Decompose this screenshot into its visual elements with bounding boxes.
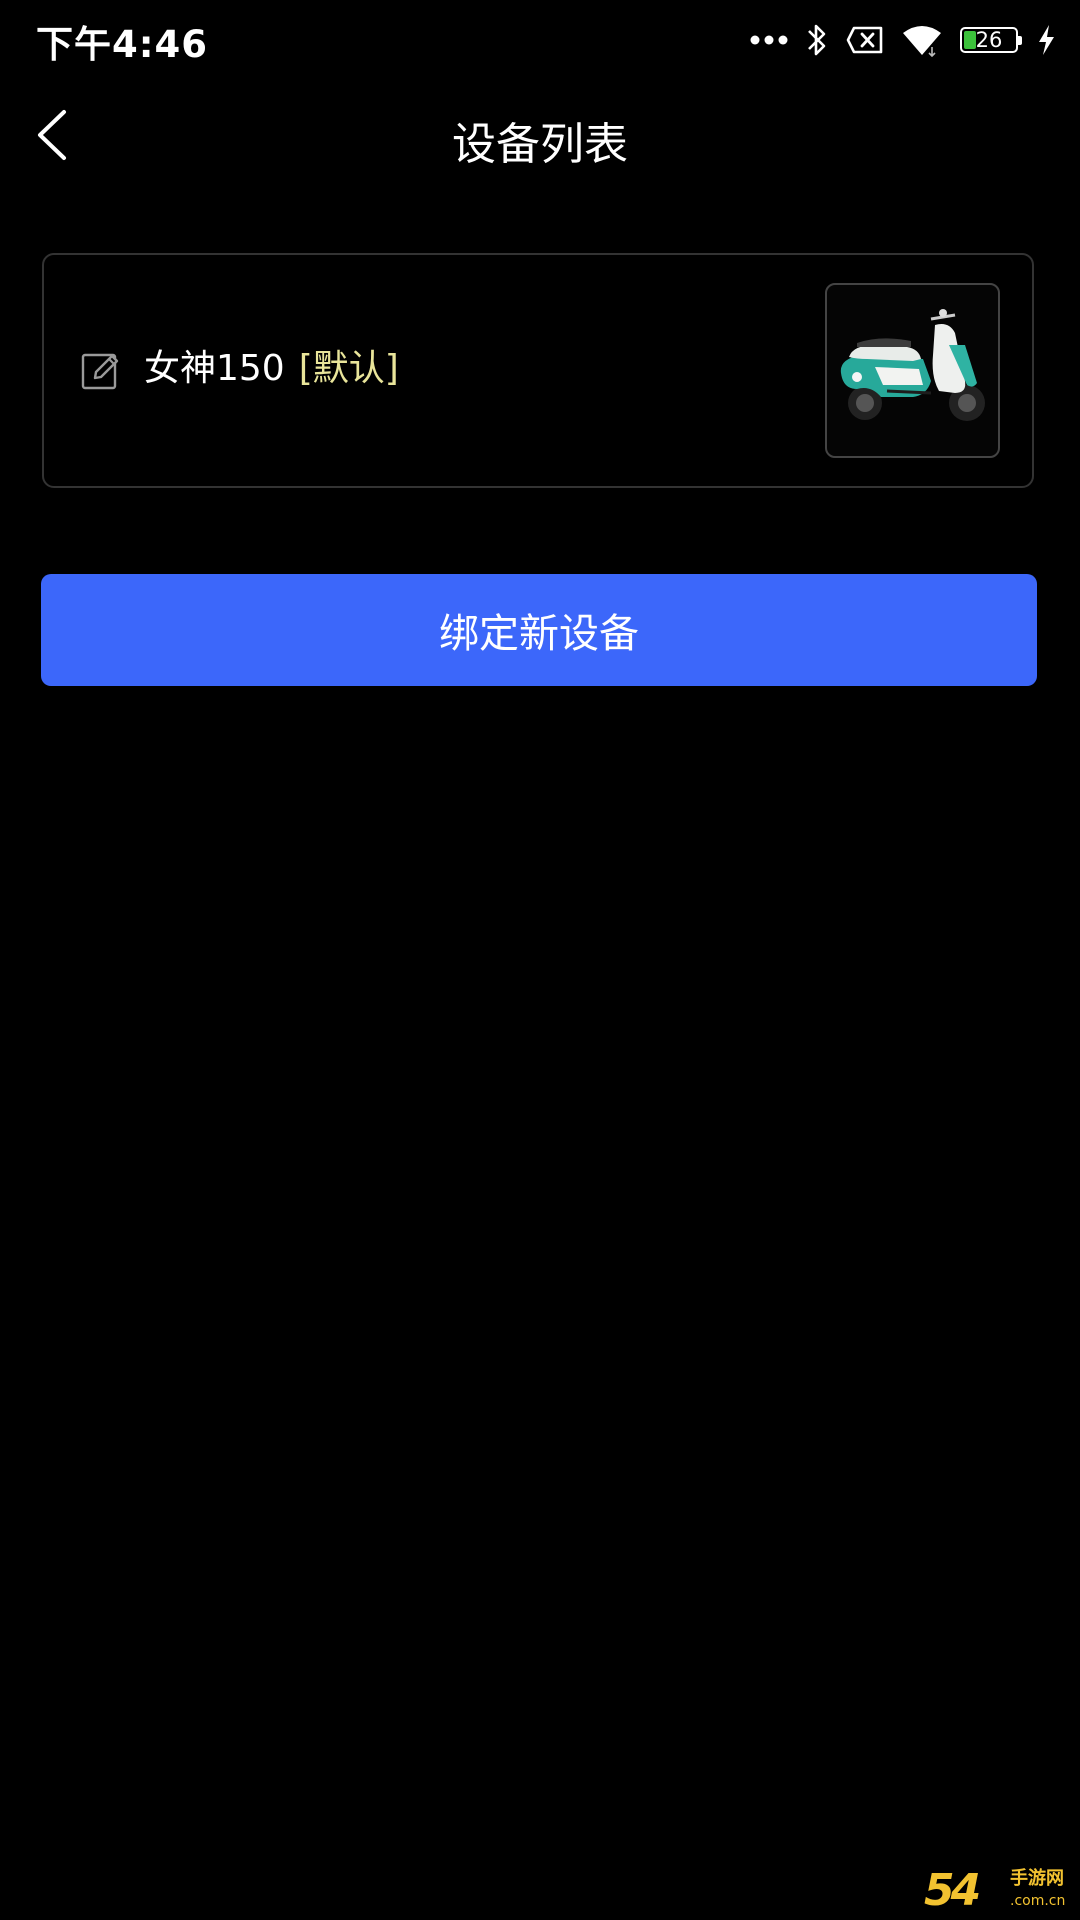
wifi-icon	[902, 23, 942, 57]
no-sim-icon	[846, 26, 884, 54]
battery-level: 26	[975, 28, 1003, 52]
header: 设备列表	[0, 80, 1080, 195]
default-badge: [默认]	[298, 348, 399, 389]
status-time: 下午4:46	[36, 23, 209, 66]
status-bar: 下午4:46 26	[0, 0, 1080, 80]
more-dots-icon	[750, 34, 788, 46]
watermark-domain: .com.cn	[1010, 1893, 1066, 1909]
edit-icon	[81, 353, 121, 395]
device-label: 女神150 [默认]	[144, 345, 399, 393]
edit-name-button[interactable]	[81, 351, 121, 391]
device-card[interactable]: 女神150 [默认]	[42, 253, 1034, 488]
watermark-text: 手游网	[1010, 1868, 1064, 1889]
status-icons: 26	[750, 18, 1056, 62]
charging-icon	[1036, 24, 1056, 56]
bluetooth-icon	[806, 22, 828, 58]
bind-new-device-button[interactable]: 绑定新设备	[41, 574, 1037, 686]
device-thumbnail[interactable]	[825, 283, 1000, 458]
watermark-logo: 54	[924, 1865, 981, 1916]
page-title: 设备列表	[452, 119, 628, 170]
device-name: 女神150	[144, 348, 285, 389]
scooter-image	[840, 309, 985, 421]
battery-icon: 26	[960, 27, 1022, 53]
watermark: 54 手游网 .com.cn	[924, 1866, 1074, 1916]
